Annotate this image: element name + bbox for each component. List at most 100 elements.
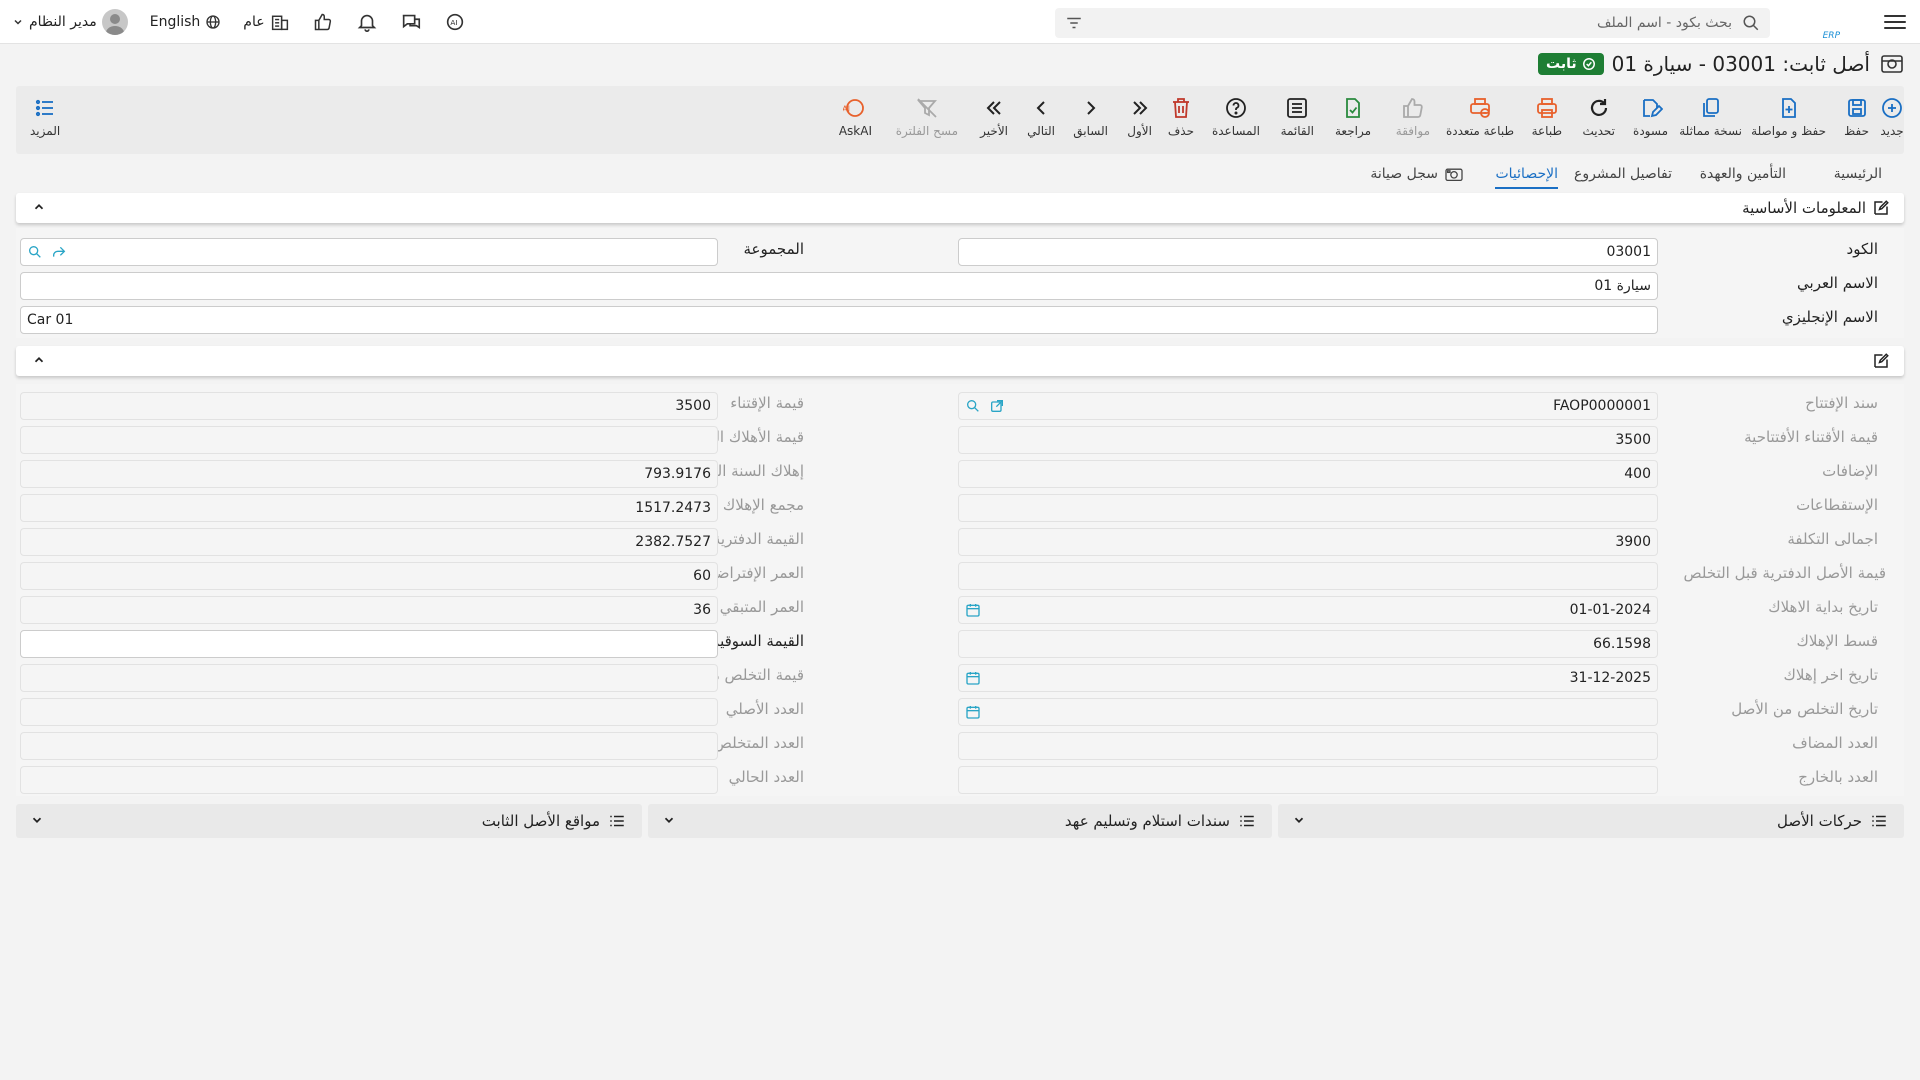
save-and-continue-button[interactable]: حفظ و مواصلة — [1751, 96, 1826, 138]
added-count-label: العدد المضاف — [1792, 734, 1878, 752]
depreciation-start-date-input[interactable]: 01-01-2024 — [958, 596, 1658, 624]
delete-button[interactable]: حذف — [1168, 96, 1194, 138]
list-button[interactable]: القائمة — [1281, 96, 1314, 138]
asset-movements-panel[interactable]: حركات الأصل — [1278, 804, 1904, 838]
save-button[interactable]: حفظ — [1844, 96, 1869, 138]
tab-statistics[interactable]: الإحصائيات — [1495, 161, 1558, 189]
refresh-button[interactable]: تحديث — [1582, 96, 1615, 138]
clear-filter-button[interactable]: مسح الفلترة — [896, 96, 958, 138]
more-button[interactable]: المزيد — [30, 96, 60, 138]
status-badge: ثابت — [1538, 53, 1604, 75]
code-input[interactable]: 03001 — [958, 238, 1658, 266]
deductions-input[interactable] — [958, 494, 1658, 522]
print-button[interactable]: طباعة — [1532, 96, 1562, 138]
hamburger-menu-icon[interactable] — [1884, 11, 1906, 31]
ai-icon: AI — [446, 13, 463, 31]
original-count-input[interactable] — [20, 698, 718, 726]
additions-label: الإضافات — [1822, 462, 1878, 480]
arabic-name-input[interactable]: سيارة 01 — [20, 272, 1658, 300]
tab-project-details[interactable]: تفاصيل المشروع — [1574, 161, 1672, 187]
statistics-title — [1872, 352, 1890, 370]
current-book-value-input[interactable]: 2382.7527 — [20, 528, 718, 556]
branch-label: عام — [243, 14, 265, 30]
svg-text:AI: AI — [450, 18, 457, 27]
last-record-button[interactable]: الأخير — [980, 96, 1008, 138]
search-refresh-icon[interactable] — [965, 398, 981, 414]
previous-record-button[interactable]: السابق — [1073, 96, 1108, 138]
status-text: ثابت — [1546, 56, 1577, 72]
accumulated-depreciation-label: مجمع الإهلاك — [722, 496, 804, 514]
search-bar — [1055, 8, 1770, 38]
chevrons-left-icon — [986, 101, 1001, 115]
group-label: المجموعة — [743, 240, 804, 258]
multi-print-button[interactable]: طباعة متعددة — [1446, 96, 1514, 138]
custody-receipts-panel[interactable]: سندات استلام وتسليم عهد — [648, 804, 1272, 838]
notifications-button[interactable] — [356, 11, 378, 33]
opening-acquisition-input[interactable]: 3500 — [958, 426, 1658, 454]
search-refresh-icon[interactable] — [27, 244, 43, 260]
acquisition-value-input[interactable]: 3500 — [20, 392, 718, 420]
new-button[interactable]: جديد — [1880, 96, 1904, 138]
draft-button[interactable]: مسودة — [1633, 96, 1668, 138]
nama-erp-logo[interactable]: NAMA ERP — [1786, 4, 1872, 40]
calendar-icon[interactable] — [965, 704, 981, 720]
current-year-depreciation-input[interactable]: 793.9176 — [20, 460, 718, 488]
more-list-icon — [35, 99, 54, 117]
ask-ai-button[interactable]: AI AskAI — [839, 96, 872, 138]
tab-maintenance-log[interactable]: سجل صيانة — [1370, 161, 1464, 187]
external-link-icon[interactable] — [989, 398, 1005, 414]
filter-off-icon — [916, 98, 937, 118]
svg-text:NAMA: NAMA — [1786, 7, 1788, 37]
chevron-up-icon[interactable] — [32, 200, 46, 214]
remaining-life-input[interactable]: 36 — [20, 596, 718, 624]
bottom-panels: حركات الأصل سندات استلام وتسليم عهد مواق… — [16, 804, 1904, 838]
disposed-count-input[interactable] — [20, 732, 718, 760]
share-icon[interactable] — [51, 244, 67, 260]
last-depreciation-date-input[interactable]: 31-12-2025 — [958, 664, 1658, 692]
building-icon — [271, 15, 288, 31]
depreciation-installment-input[interactable]: 66.1598 — [958, 630, 1658, 658]
disposal-value-input[interactable] — [20, 664, 718, 692]
help-button[interactable]: المساعدة — [1212, 96, 1260, 138]
help-icon — [1226, 98, 1246, 118]
asset-locations-panel[interactable]: مواقع الأصل الثابت — [16, 804, 642, 838]
opening-accumulated-depreciation-input[interactable] — [20, 426, 718, 454]
current-count-input[interactable] — [20, 766, 718, 794]
tab-main[interactable]: الرئيسية — [1834, 161, 1882, 187]
basic-info-header: المعلومات الأساسية — [16, 193, 1904, 223]
group-input[interactable] — [20, 238, 718, 266]
ai-assistant-button[interactable]: AI — [444, 11, 466, 33]
book-value-before-disposal-input[interactable] — [958, 562, 1658, 590]
chevron-up-icon[interactable] — [32, 353, 46, 367]
duplicate-button[interactable]: نسخة مماثلة — [1679, 96, 1742, 138]
calendar-icon[interactable] — [965, 670, 981, 686]
disposal-date-input[interactable] — [958, 698, 1658, 726]
filter-icon[interactable] — [1065, 15, 1083, 31]
approve-button[interactable]: موافقة — [1396, 96, 1430, 138]
likes-button[interactable] — [312, 12, 334, 32]
market-value-label: القيمة السوقية — [712, 632, 804, 650]
first-record-button[interactable]: الأول — [1127, 96, 1152, 138]
additions-input[interactable]: 400 — [958, 460, 1658, 488]
tab-insurance[interactable]: التأمين والعهدة — [1700, 161, 1786, 187]
svg-text:AI: AI — [843, 105, 850, 114]
outside-count-input[interactable] — [958, 766, 1658, 794]
review-button[interactable]: مراجعة — [1335, 96, 1371, 138]
search-icon[interactable] — [1742, 14, 1760, 32]
language-switch[interactable]: English — [150, 14, 222, 30]
english-name-input[interactable]: Car 01 — [20, 306, 1658, 334]
market-value-input[interactable] — [20, 630, 718, 658]
accumulated-depreciation-input[interactable]: 1517.2473 — [20, 494, 718, 522]
messages-button[interactable] — [400, 11, 422, 33]
opening-voucher-input[interactable]: FAOP0000001 — [958, 392, 1658, 420]
user-menu[interactable]: مدير النظام — [12, 9, 128, 35]
search-input[interactable] — [1055, 8, 1770, 38]
total-cost-input[interactable]: 3900 — [958, 528, 1658, 556]
branch-switch[interactable]: عام — [243, 13, 289, 31]
calendar-icon[interactable] — [965, 602, 981, 618]
added-count-input[interactable] — [958, 732, 1658, 760]
svg-text:ERP: ERP — [1823, 31, 1841, 40]
code-label: الكود — [1846, 240, 1878, 258]
next-record-button[interactable]: التالي — [1027, 96, 1055, 138]
useful-life-input[interactable]: 60 — [20, 562, 718, 590]
